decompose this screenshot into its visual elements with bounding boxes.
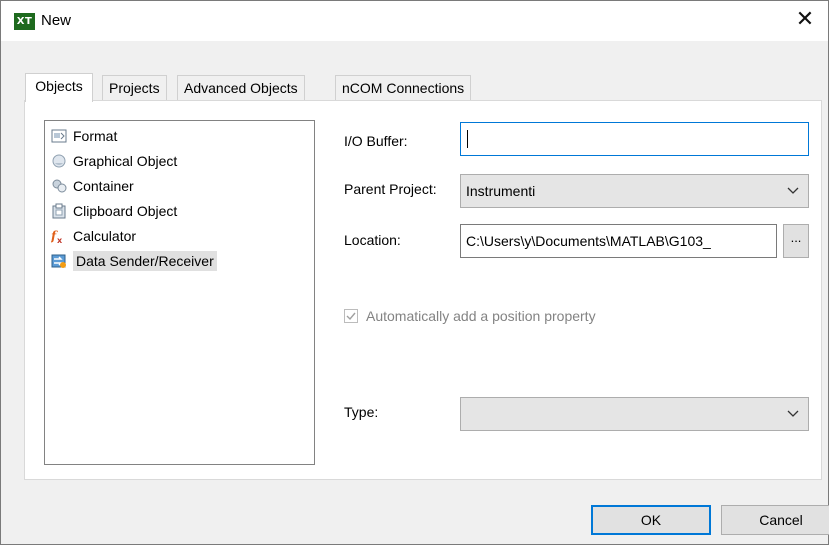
ok-button[interactable]: OK [591, 505, 711, 535]
new-dialog: XT New ✕ Objects Projects Advanced Objec… [0, 0, 829, 545]
location-input[interactable]: C:\Users\y\Documents\MATLAB\G103_ [460, 224, 777, 258]
list-item-label: Data Sender/Receiver [73, 251, 217, 271]
close-icon: ✕ [795, 7, 815, 32]
list-item-data-sender-receiver[interactable]: Data Sender/Receiver [51, 249, 217, 273]
parent-project-label: Parent Project: [344, 181, 437, 197]
parent-project-dropdown[interactable]: Instrumenti [460, 174, 809, 208]
list-item-label: Container [73, 178, 134, 194]
io-buffer-label: I/O Buffer: [344, 133, 408, 149]
io-buffer-input[interactable] [460, 122, 809, 156]
auto-position-checkbox[interactable] [344, 309, 358, 323]
clipboard-object-icon [52, 203, 66, 219]
tab-objects[interactable]: Objects [25, 73, 93, 102]
calculator-icon: f x [51, 229, 63, 244]
chevron-down-icon [787, 187, 799, 194]
list-item-label: Clipboard Object [73, 203, 178, 219]
app-icon: XT [14, 13, 35, 30]
text-caret [467, 130, 468, 148]
data-sender-receiver-icon [51, 254, 66, 269]
close-button[interactable]: ✕ [782, 1, 828, 41]
title-bar: XT New ✕ [1, 1, 828, 41]
browse-location-button[interactable]: ... [783, 224, 809, 258]
list-item-label: Calculator [73, 228, 137, 244]
list-item-label: Format [73, 128, 118, 144]
cancel-button[interactable]: Cancel [721, 505, 829, 535]
container-icon [52, 179, 67, 193]
list-item-format[interactable]: Format [51, 124, 117, 148]
type-label: Type: [344, 404, 379, 420]
list-item-container[interactable]: Container [51, 174, 134, 198]
graphical-object-icon [52, 154, 66, 168]
format-icon [51, 129, 67, 143]
svg-text:x: x [57, 236, 63, 244]
location-value: C:\Users\y\Documents\MATLAB\G103_ [466, 233, 711, 249]
object-type-list[interactable]: Format Graphical Object Container Clipbo… [44, 120, 315, 465]
checkmark-icon [346, 312, 356, 321]
auto-position-label: Automatically add a position property [366, 308, 596, 324]
list-item-calculator[interactable]: f x Calculator [51, 224, 136, 248]
list-item-clipboard-object[interactable]: Clipboard Object [51, 199, 177, 223]
type-dropdown[interactable] [460, 397, 809, 431]
tab-projects[interactable]: Projects [102, 75, 167, 100]
parent-project-value: Instrumenti [466, 183, 536, 199]
tab-ncom-connections[interactable]: nCOM Connections [335, 75, 472, 100]
list-item-label: Graphical Object [73, 153, 178, 169]
chevron-down-icon [787, 410, 799, 417]
location-label: Location: [344, 232, 401, 248]
objects-tab-panel: Format Graphical Object Container Clipbo… [24, 100, 822, 480]
window-title: New [41, 12, 72, 29]
list-item-graphical-object[interactable]: Graphical Object [51, 149, 177, 173]
tab-advanced-objects[interactable]: Advanced Objects [177, 75, 305, 100]
